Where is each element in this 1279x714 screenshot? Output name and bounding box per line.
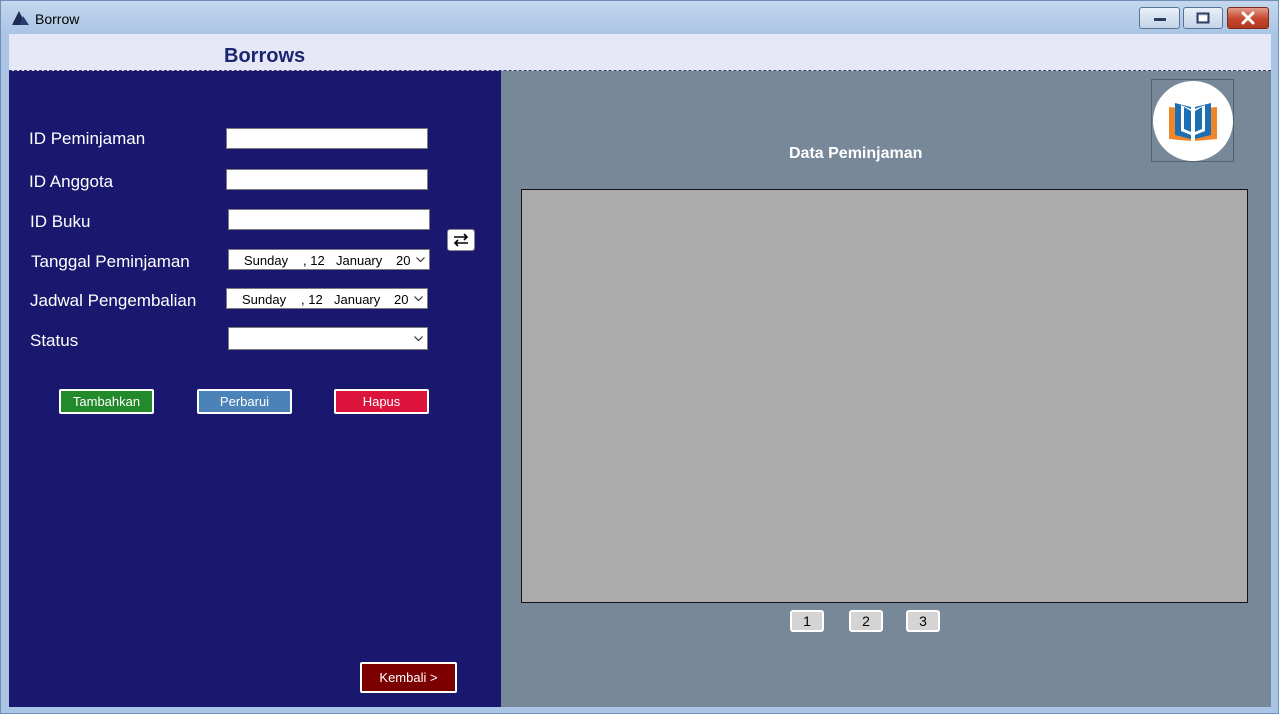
- close-button[interactable]: [1227, 7, 1269, 29]
- data-panel-title: Data Peminjaman: [789, 145, 923, 162]
- status-label: Status: [30, 331, 79, 350]
- return-date-year: 20: [394, 292, 409, 307]
- id-anggota-input[interactable]: [226, 169, 428, 190]
- loan-date-day: Sunday: [244, 253, 289, 268]
- return-date-month: January: [334, 292, 381, 307]
- add-button[interactable]: Tambahkan: [59, 389, 154, 414]
- id-peminjaman-input[interactable]: [226, 128, 428, 149]
- loan-date-date: , 12: [303, 253, 325, 268]
- chevron-down-icon: [414, 336, 423, 342]
- borrow-data-grid[interactable]: [521, 189, 1248, 603]
- swap-button[interactable]: [447, 229, 475, 251]
- page-title: Borrows: [224, 45, 306, 67]
- id-peminjaman-label: ID Peminjaman: [29, 129, 146, 148]
- close-icon: [1241, 11, 1255, 25]
- form-panel: ID Peminjaman ID Anggota ID Buku Tanggal…: [9, 71, 501, 707]
- app-window: Borrow Borrows ID Peminjaman ID Anggota …: [0, 0, 1279, 714]
- status-select[interactable]: [228, 327, 428, 350]
- minimize-icon: [1153, 18, 1166, 21]
- window-title: Borrow: [35, 11, 80, 27]
- minimize-button[interactable]: [1139, 7, 1180, 29]
- loan-date-picker[interactable]: Sunday , 12 January 20: [228, 249, 430, 270]
- id-anggota-label: ID Anggota: [29, 172, 114, 191]
- logo: [1151, 79, 1234, 162]
- title-bar[interactable]: Borrow: [1, 1, 1278, 34]
- page-button-1[interactable]: 1: [790, 610, 824, 632]
- delete-button[interactable]: Hapus: [334, 389, 429, 414]
- maximize-button[interactable]: [1183, 7, 1223, 29]
- loan-date-month: January: [336, 253, 383, 268]
- id-buku-label: ID Buku: [30, 212, 91, 231]
- swap-arrows-icon: [453, 233, 469, 247]
- app-triangle-icon: [12, 11, 29, 25]
- logo-circle: [1152, 80, 1233, 161]
- maximize-icon: [1196, 12, 1210, 24]
- return-date-picker[interactable]: Sunday , 12 January 20: [226, 288, 428, 309]
- tanggal-peminjaman-label: Tanggal Peminjaman: [31, 252, 190, 271]
- loan-date-year: 20: [396, 253, 411, 268]
- data-panel: Data Peminjaman 1 2 3: [501, 71, 1271, 707]
- page-header: Borrows: [9, 34, 1271, 71]
- update-button[interactable]: Perbarui: [197, 389, 292, 414]
- return-date-day: Sunday: [242, 292, 287, 307]
- id-buku-input[interactable]: [228, 209, 430, 230]
- return-date-date: , 12: [301, 292, 323, 307]
- page-button-2[interactable]: 2: [849, 610, 883, 632]
- jadwal-pengembalian-label: Jadwal Pengembalian: [30, 291, 197, 310]
- chevron-down-icon: [414, 296, 423, 302]
- chevron-down-icon: [416, 257, 425, 263]
- page-button-3[interactable]: 3: [906, 610, 940, 632]
- open-book-logo: [1168, 102, 1217, 141]
- back-button[interactable]: Kembali >: [360, 662, 457, 693]
